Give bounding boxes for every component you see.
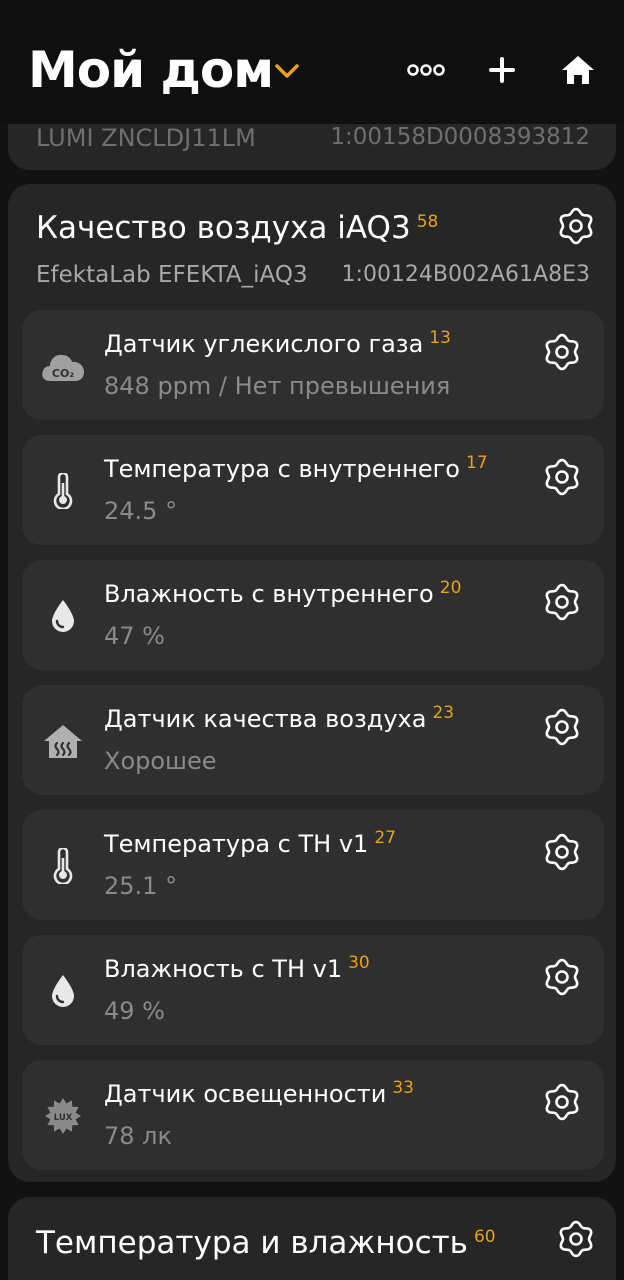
sensor-label: Температура с внутреннего 17 (104, 453, 488, 484)
sensor-row-temperature-internal[interactable]: Температура с внутреннего 17 24.5 ° (22, 435, 604, 545)
sensor-label: Датчик углекислого газа 13 (104, 328, 451, 359)
sensor-settings-gear-icon[interactable] (542, 707, 582, 747)
sensor-number: 33 (392, 1078, 414, 1098)
home-title[interactable]: Мой дом (28, 38, 274, 102)
sensor-label: Влажность с внутреннего 20 (104, 578, 462, 609)
sensor-number: 30 (348, 953, 370, 973)
device-address: 1:00158D0008393812 (330, 124, 590, 150)
device-number: 58 (416, 211, 439, 232)
device-model: EfektaLab EFEKTA_iAQ3 (36, 262, 308, 288)
water-drop-icon (40, 968, 86, 1014)
sensor-settings-gear-icon[interactable] (542, 957, 582, 997)
co2-cloud-icon: CO₂ (40, 343, 86, 389)
chevron-down-icon[interactable] (272, 56, 302, 86)
thermometer-icon (40, 468, 86, 514)
sensor-value: 49 % (104, 997, 165, 1025)
device-card-iaq3: Качество воздуха iAQ3 58 EfektaLab EFEKTA… (8, 184, 616, 1182)
sensor-value: Хорошее (104, 747, 217, 775)
sensor-label: Влажность с TH v1 30 (104, 953, 370, 984)
device-address: 1:00124B002A61A8E3 (341, 262, 590, 287)
sensor-row-co2[interactable]: CO₂ Датчик углекислого газа 13 848 ppm / … (22, 310, 604, 420)
lux-sun-icon: LUX (40, 1093, 86, 1139)
sensor-label: Датчик освещенности 33 (104, 1078, 414, 1109)
sensor-settings-gear-icon[interactable] (542, 332, 582, 372)
sensor-value: 24.5 ° (104, 497, 178, 525)
device-settings-gear-icon[interactable] (556, 206, 596, 246)
sensor-row-humidity-internal[interactable]: Влажность с внутреннего 20 47 % (22, 560, 604, 670)
device-number: 60 (473, 1226, 496, 1247)
svg-text:CO₂: CO₂ (52, 367, 74, 380)
sensor-number: 27 (374, 828, 396, 848)
sensor-settings-gear-icon[interactable] (542, 832, 582, 872)
device-card-temperature-humidity: Температура и влажность 60 (8, 1197, 616, 1280)
sensor-number: 17 (465, 453, 488, 473)
home-icon[interactable] (556, 48, 600, 92)
sensor-label: Датчик качества воздуха 23 (104, 703, 455, 734)
device-model: LUMI ZNCLDJ11LM (36, 124, 256, 152)
sensor-number: 13 (429, 328, 451, 348)
sensor-row-temperature-th[interactable]: Температура с TH v1 27 25.1 ° (22, 810, 604, 920)
sensor-row-humidity-th[interactable]: Влажность с TH v1 30 49 % (22, 935, 604, 1045)
house-air-icon (40, 718, 86, 764)
thermometer-icon (40, 843, 86, 889)
sensor-row-air-quality[interactable]: Датчик качества воздуха 23 Хорошее (22, 685, 604, 795)
sensor-label: Температура с TH v1 27 (104, 828, 396, 859)
more-icon[interactable] (404, 48, 448, 92)
sensor-number: 20 (439, 578, 462, 598)
sensor-settings-gear-icon[interactable] (542, 1082, 582, 1122)
add-icon[interactable] (480, 48, 524, 92)
sensor-value: 78 лк (104, 1122, 173, 1150)
sensor-value: 25.1 ° (104, 872, 178, 900)
svg-text:LUX: LUX (54, 1113, 73, 1123)
device-title: Температура и влажность 60 (36, 1225, 496, 1261)
device-title: Качество воздуха iAQ3 58 (36, 210, 439, 246)
sensor-settings-gear-icon[interactable] (542, 457, 582, 497)
sensor-number: 23 (432, 703, 455, 723)
sensor-settings-gear-icon[interactable] (542, 582, 582, 622)
app-header: Мой дом (0, 0, 624, 124)
sensor-row-illuminance[interactable]: LUX Датчик освещенности 33 78 лк (22, 1060, 604, 1170)
sensor-value: 47 % (104, 622, 165, 650)
device-settings-gear-icon[interactable] (556, 1219, 596, 1259)
sensor-value: 848 ppm / Нет превышения (104, 372, 451, 400)
water-drop-icon (40, 593, 86, 639)
